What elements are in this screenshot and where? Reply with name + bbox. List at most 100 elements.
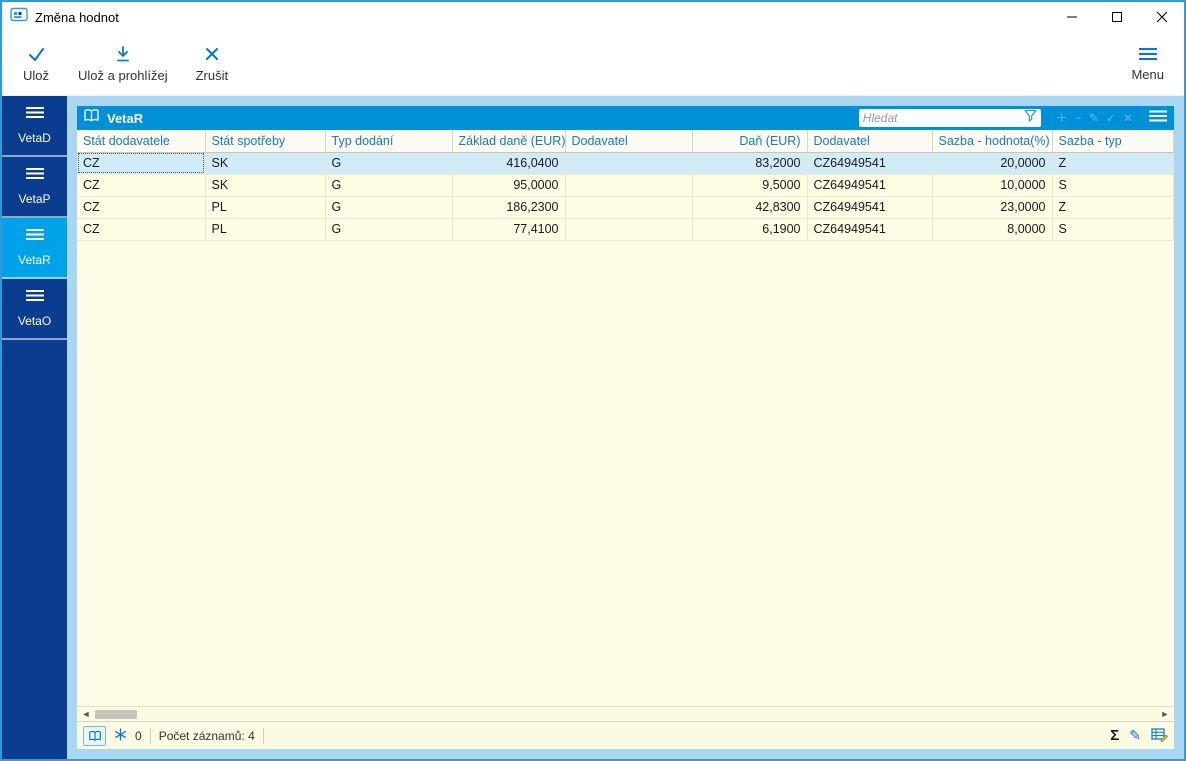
table-cell[interactable]: G [325, 218, 453, 241]
main-area: VetaD VetaP VetaR VetaO VetaR Hledat ＋ −… [2, 96, 1184, 759]
maximize-button[interactable] [1094, 2, 1139, 32]
panel-menu-hamburger-icon[interactable] [1148, 109, 1168, 128]
table-cell[interactable]: 6,1900 [692, 218, 808, 241]
scroll-left-icon[interactable]: ◄ [80, 709, 92, 719]
table-cell[interactable]: CZ64949541 [807, 174, 933, 197]
table-cell[interactable]: SK [205, 174, 326, 197]
column-header[interactable]: Sazba - hodnota(%) [932, 130, 1053, 153]
column-header[interactable]: Daň (EUR) [692, 130, 808, 153]
column-header[interactable]: Dodavatel [565, 130, 693, 153]
sidebar-item-vetap[interactable]: VetaP [2, 157, 67, 218]
column-header[interactable]: Stát spotřeby [205, 130, 326, 153]
table-cell[interactable] [565, 174, 693, 197]
download-arrow-icon [113, 45, 133, 63]
sidebar-item-vetao[interactable]: VetaO [2, 279, 67, 340]
save-and-browse-button[interactable]: Ulož a prohlížej [64, 32, 182, 95]
minimize-button[interactable] [1049, 2, 1094, 32]
table-cell[interactable]: G [325, 152, 453, 175]
save-button-label: Ulož [22, 67, 49, 83]
table-cell[interactable]: CZ64949541 [807, 196, 933, 219]
save-button[interactable]: Ulož [8, 32, 64, 95]
table-cell[interactable] [565, 152, 693, 175]
column-header[interactable]: Stát dodavatele [77, 130, 206, 153]
edit-icon[interactable]: ✎ [1129, 727, 1141, 744]
table-cell[interactable]: 83,2000 [692, 152, 808, 175]
add-record-icon[interactable]: ＋ [1056, 110, 1068, 126]
menu-button-label: Menu [1131, 66, 1164, 82]
table-cell[interactable]: S [1052, 218, 1174, 241]
menu-button[interactable]: Menu [1117, 32, 1178, 95]
table-cell[interactable]: PL [205, 218, 326, 241]
table-cell[interactable]: S [1052, 174, 1174, 197]
edit-record-icon[interactable]: ✎ [1089, 110, 1099, 126]
panel-header: VetaR ＋ − ✎ ✓ ✕ [77, 106, 1174, 130]
scrollbar-track[interactable] [92, 709, 1159, 720]
table-cell[interactable]: CZ64949541 [807, 152, 933, 175]
table-cell[interactable]: 9,5000 [692, 174, 808, 197]
sidebar-item-vetar[interactable]: VetaR [2, 218, 67, 279]
table-cell[interactable]: SK [205, 152, 326, 175]
table-cell[interactable]: CZ [77, 174, 206, 197]
grid-area: Stát dodavatele Stát spotřeby Typ dodání Zá… [77, 130, 1174, 706]
vetar-panel: VetaR ＋ − ✎ ✓ ✕ [77, 106, 1174, 749]
data-grid: Stát dodavatele Stát spotřeby Typ dodání Zá… [77, 130, 1174, 241]
check-icon [26, 45, 46, 63]
commit-record-icon[interactable]: ✓ [1106, 110, 1116, 126]
filter-funnel-icon[interactable] [1024, 109, 1037, 127]
horizontal-scrollbar[interactable]: ◄ ► [77, 706, 1174, 721]
table-cell[interactable] [565, 196, 693, 219]
table-row[interactable]: CZ PL G 186,2300 42,8300 CZ64949541 23,0000 Z [77, 196, 1174, 219]
column-header[interactable]: Dodavatel [807, 130, 933, 153]
table-row[interactable]: CZ SK G 416,0400 83,2000 CZ64949541 20,0000 Z [77, 152, 1174, 175]
hamburger-icon [25, 106, 45, 124]
table-cell[interactable]: 416,0400 [452, 152, 566, 175]
scrollbar-thumb[interactable] [95, 709, 137, 719]
table-cell[interactable]: 186,2300 [452, 196, 566, 219]
book-view-toggle[interactable] [83, 725, 106, 746]
table-cell[interactable]: CZ64949541 [807, 218, 933, 241]
table-cell[interactable]: G [325, 196, 453, 219]
table-row[interactable]: CZ SK G 95,0000 9,5000 CZ64949541 10,0000 S [77, 174, 1174, 197]
delete-record-icon[interactable]: − [1075, 110, 1082, 126]
column-header[interactable]: Sazba - typ [1052, 130, 1174, 153]
hamburger-icon [1137, 46, 1159, 62]
x-icon [203, 45, 221, 63]
status-bar: 0 Počet záznamů: 4 Σ ✎ [77, 721, 1174, 749]
table-cell[interactable]: CZ [77, 218, 206, 241]
table-cell[interactable]: 42,8300 [692, 196, 808, 219]
app-window: Změna hodnot Ulož Ulož a prohlížej Zruši… [0, 0, 1186, 761]
sidebar-item-vetad[interactable]: VetaD [2, 96, 67, 157]
window-controls [1049, 2, 1184, 32]
table-row[interactable]: CZ PL G 77,4100 6,1900 CZ64949541 8,0000 S [77, 218, 1174, 241]
cancel-button[interactable]: Zrušit [182, 32, 243, 95]
table-cell[interactable]: PL [205, 196, 326, 219]
column-header[interactable]: Typ dodání [325, 130, 453, 153]
table-cell[interactable]: 77,4100 [452, 218, 566, 241]
table-cell[interactable]: 95,0000 [452, 174, 566, 197]
search-input[interactable] [862, 111, 1024, 125]
table-header-row: Stát dodavatele Stát spotřeby Typ dodání Zá… [77, 130, 1174, 153]
app-icon [10, 7, 28, 27]
grid-edit-icon[interactable] [1151, 727, 1168, 745]
sidebar-item-label: VetaO [17, 314, 52, 328]
table-cell[interactable]: CZ [77, 196, 206, 219]
table-cell[interactable]: G [325, 174, 453, 197]
table-cell[interactable] [565, 218, 693, 241]
toolbar: Ulož Ulož a prohlížej Zrušit Menu [2, 32, 1184, 96]
table-cell[interactable]: 23,0000 [932, 196, 1053, 219]
window-title: Změna hodnot [35, 9, 119, 25]
close-button[interactable] [1139, 2, 1184, 32]
sidebar-item-label: VetaP [18, 192, 51, 206]
pinned-count: 0 [135, 728, 142, 743]
table-cell[interactable]: 10,0000 [932, 174, 1053, 197]
table-cell[interactable]: Z [1052, 196, 1174, 219]
table-cell[interactable]: Z [1052, 152, 1174, 175]
content-area: VetaR ＋ − ✎ ✓ ✕ [67, 96, 1184, 759]
column-header[interactable]: Základ daně (EUR) [452, 130, 566, 153]
cancel-record-icon[interactable]: ✕ [1123, 110, 1133, 126]
table-cell[interactable]: 20,0000 [932, 152, 1053, 175]
table-cell[interactable]: 8,0000 [932, 218, 1053, 241]
sum-icon[interactable]: Σ [1110, 727, 1119, 744]
scroll-right-icon[interactable]: ► [1159, 709, 1171, 719]
table-cell[interactable]: CZ [77, 152, 206, 175]
